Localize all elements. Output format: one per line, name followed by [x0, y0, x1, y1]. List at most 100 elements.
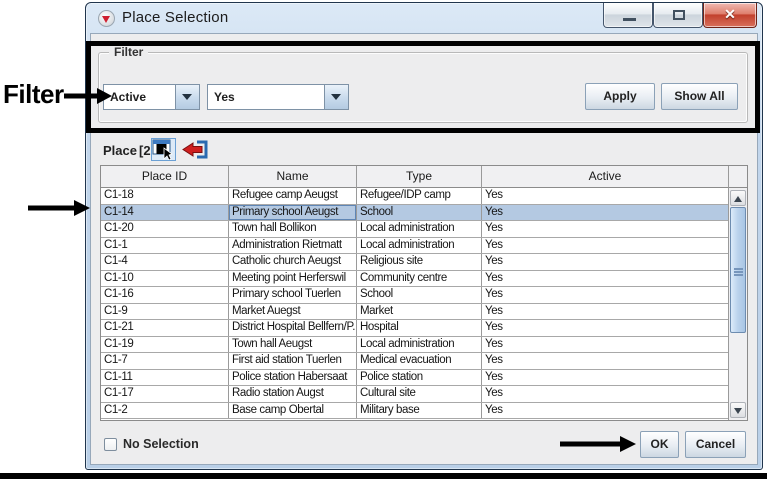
table-cell: School [357, 205, 482, 221]
table-cell: Base camp Obertal [229, 403, 357, 419]
table-cell: Market [357, 304, 482, 320]
table-row[interactable]: C1-1Administration RietmattLocal adminis… [101, 238, 728, 255]
table-header-row: Place ID Name Type Active [101, 166, 728, 188]
table-cell: Yes [482, 188, 728, 204]
scroll-up-button[interactable] [730, 190, 746, 206]
thumb-grip-icon [734, 268, 743, 270]
table-cell: Yes [482, 221, 728, 237]
window-title: Place Selection [122, 9, 228, 26]
table-columns-cursor-icon [152, 139, 175, 160]
table-cell: C1-19 [101, 337, 229, 353]
table-cell: Yes [482, 271, 728, 287]
scrollbar-thumb[interactable] [730, 207, 746, 333]
apply-button[interactable]: Apply [585, 83, 655, 110]
minimize-button[interactable] [603, 3, 653, 28]
table-cell: Primary school Aeugst [229, 205, 357, 221]
table-cell: Local administration [357, 238, 482, 254]
table-cell: First aid station Tuerlen [229, 353, 357, 369]
red-down-arrow-icon [102, 16, 110, 23]
table-cell: Hospital [357, 320, 482, 336]
table-cell: Meeting point Herferswil [229, 271, 357, 287]
table-row[interactable]: C1-9Market AuegstMarketYes [101, 304, 728, 321]
table-cell: C1-4 [101, 254, 229, 270]
figure-bottom-border [0, 473, 767, 479]
table-cell: Community centre [357, 271, 482, 287]
red-left-arrow-icon [181, 139, 209, 160]
header-type[interactable]: Type [357, 166, 482, 188]
table-cell: Yes [482, 238, 728, 254]
chevron-down-icon [331, 94, 341, 100]
table-cell: Town hall Aeugst [229, 337, 357, 353]
table-cell: Radio station Augst [229, 386, 357, 402]
no-selection-checkbox[interactable] [104, 438, 117, 451]
filter-value-value: Yes [214, 85, 322, 109]
column-selection-icon-button[interactable] [151, 138, 176, 161]
filter-callout-label: Filter [3, 79, 64, 110]
header-name[interactable]: Name [229, 166, 357, 188]
table-cell: C1-18 [101, 188, 229, 204]
table-cell: Yes [482, 304, 728, 320]
table-cell: Local administration [357, 337, 482, 353]
table-cell: Cultural site [357, 386, 482, 402]
filter-attribute-select[interactable]: Active [103, 84, 200, 110]
table-row[interactable]: C1-4Catholic church AeugstReligious site… [101, 254, 728, 271]
maximize-button[interactable] [653, 3, 703, 28]
scrollbar-header-spacer [729, 166, 747, 188]
table-row[interactable]: C1-11Police station HabersaatPolice stat… [101, 370, 728, 387]
table-cell: C1-11 [101, 370, 229, 386]
app-icon[interactable] [98, 10, 115, 27]
filter-value-select[interactable]: Yes [207, 84, 349, 110]
table-cell: Yes [482, 386, 728, 402]
table-cell: C1-16 [101, 287, 229, 303]
table-row[interactable]: C1-14Primary school AeugstSchoolYes [101, 205, 728, 222]
table-cell: C1-17 [101, 386, 229, 402]
table-cell: Yes [482, 370, 728, 386]
table-cell: School [357, 287, 482, 303]
ok-button[interactable]: OK [640, 431, 679, 458]
table-cell: Police station Habersaat [229, 370, 357, 386]
filter-callout-arrow [64, 87, 112, 105]
table-cell: Yes [482, 337, 728, 353]
table-cell: Police station [357, 370, 482, 386]
table-row[interactable]: C1-21District Hospital Bellfern/P...Hosp… [101, 320, 728, 337]
table-row[interactable]: C1-16Primary school TuerlenSchoolYes [101, 287, 728, 304]
show-all-button[interactable]: Show All [661, 83, 738, 110]
table-cell: Refugee camp Aeugst [229, 188, 357, 204]
table-cell: Medical evacuation [357, 353, 482, 369]
table-row[interactable]: C1-18Refugee camp AeugstRefugee/IDP camp… [101, 188, 728, 205]
table-cell: C1-7 [101, 353, 229, 369]
header-active[interactable]: Active [482, 166, 728, 188]
table-row[interactable]: C1-20Town hall BollikonLocal administrat… [101, 221, 728, 238]
table-cell: Town hall Bollikon [229, 221, 357, 237]
vertical-scrollbar[interactable] [728, 166, 747, 420]
minimize-icon [623, 18, 636, 21]
scroll-down-button[interactable] [730, 402, 746, 418]
arrow-left-icon-button[interactable] [181, 139, 209, 160]
maximize-icon [673, 10, 685, 20]
ok-button-arrow [560, 435, 636, 453]
table-row[interactable]: C1-10Meeting point HerferswilCommunity c… [101, 271, 728, 288]
table-cell: Military base [357, 403, 482, 419]
cancel-button[interactable]: Cancel [685, 431, 746, 458]
table-cell: Catholic church Aeugst [229, 254, 357, 270]
table-cell: Yes [482, 254, 728, 270]
table-cell: District Hospital Bellfern/P... [229, 320, 357, 336]
table-cell: Yes [482, 403, 728, 419]
table-cell: C1-21 [101, 320, 229, 336]
table-cell: Religious site [357, 254, 482, 270]
chevron-down-icon [182, 94, 192, 100]
close-button[interactable]: ✕ [703, 3, 757, 28]
table-row[interactable]: C1-19Town hall AeugstLocal administratio… [101, 337, 728, 354]
close-icon: ✕ [704, 6, 756, 23]
no-selection-label[interactable]: No Selection [123, 437, 199, 451]
table-row[interactable]: C1-7First aid station TuerlenMedical eva… [101, 353, 728, 370]
filter-value-dropdown-button[interactable] [324, 85, 348, 109]
filter-attribute-dropdown-button[interactable] [175, 85, 199, 109]
table-cell: C1-10 [101, 271, 229, 287]
table-row[interactable]: C1-17Radio station AugstCultural siteYes [101, 386, 728, 403]
triangle-down-icon [734, 408, 742, 414]
header-place-id[interactable]: Place ID [101, 166, 229, 188]
table-row[interactable]: C1-2Base camp ObertalMilitary baseYes [101, 403, 728, 420]
filter-attribute-value: Active [110, 85, 173, 109]
table-cell: C1-9 [101, 304, 229, 320]
